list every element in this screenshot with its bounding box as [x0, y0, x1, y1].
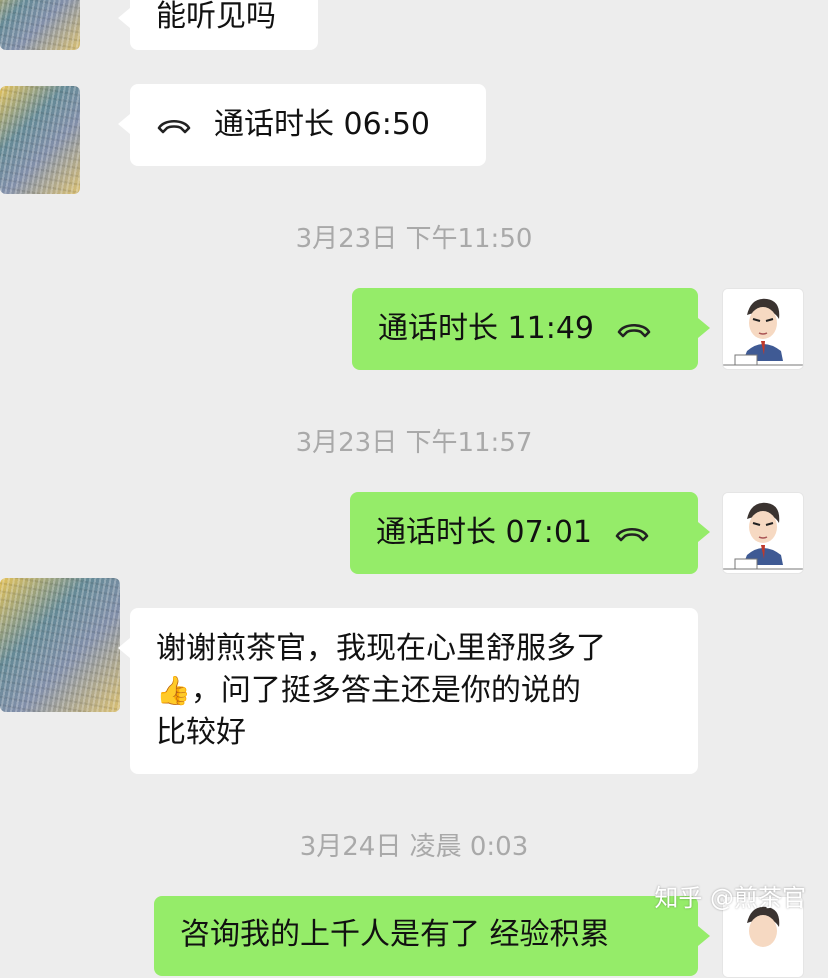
- phone-hangup-icon: [157, 119, 191, 134]
- cartoon-man-avatar-icon: [723, 493, 803, 573]
- call-record-bubble[interactable]: 通话时长 06:50: [118, 84, 486, 166]
- self-avatar[interactable]: [722, 492, 804, 574]
- contact-avatar[interactable]: [0, 86, 80, 194]
- message-text: 咨询我的上千人是有了 经验积累: [180, 917, 610, 952]
- call-duration-text: 通话时长 06:50: [214, 107, 430, 142]
- watermark: 知乎 @煎茶官: [654, 884, 806, 912]
- call-duration-text: 通话时长 11:49: [378, 311, 594, 346]
- message-line: 比较好: [156, 715, 246, 750]
- timestamp: 3月24日 凌晨 0:03: [299, 832, 529, 862]
- message-bubble[interactable]: 谢谢煎茶官，我现在心里舒服多了 👍，问了挺多答主还是你的说的 比较好: [118, 608, 698, 774]
- contact-avatar[interactable]: [0, 578, 120, 712]
- call-record-bubble[interactable]: 通话时长 11:49: [352, 288, 710, 370]
- message-line: ，问了挺多答主还是你的说的: [190, 673, 581, 708]
- message-text: 能听见吗: [156, 0, 276, 34]
- timestamp: 3月23日 下午11:57: [295, 428, 533, 458]
- phone-hangup-icon: [617, 323, 651, 338]
- contact-avatar[interactable]: [0, 0, 80, 50]
- message-bubble[interactable]: 咨询我的上千人是有了 经验积累: [154, 896, 710, 976]
- self-avatar[interactable]: [722, 288, 804, 370]
- phone-hangup-icon: [615, 527, 649, 542]
- message-line: 谢谢煎茶官，我现在心里舒服多了: [156, 631, 606, 666]
- call-duration-text: 通话时长 07:01: [376, 515, 592, 550]
- cartoon-man-avatar-icon: [723, 289, 803, 369]
- call-record-bubble[interactable]: 通话时长 07:01: [350, 492, 710, 574]
- timestamp: 3月23日 下午11:50: [295, 224, 533, 254]
- thumbs-up-emoji: 👍: [156, 674, 191, 707]
- message-bubble[interactable]: 能听见吗: [118, 0, 318, 50]
